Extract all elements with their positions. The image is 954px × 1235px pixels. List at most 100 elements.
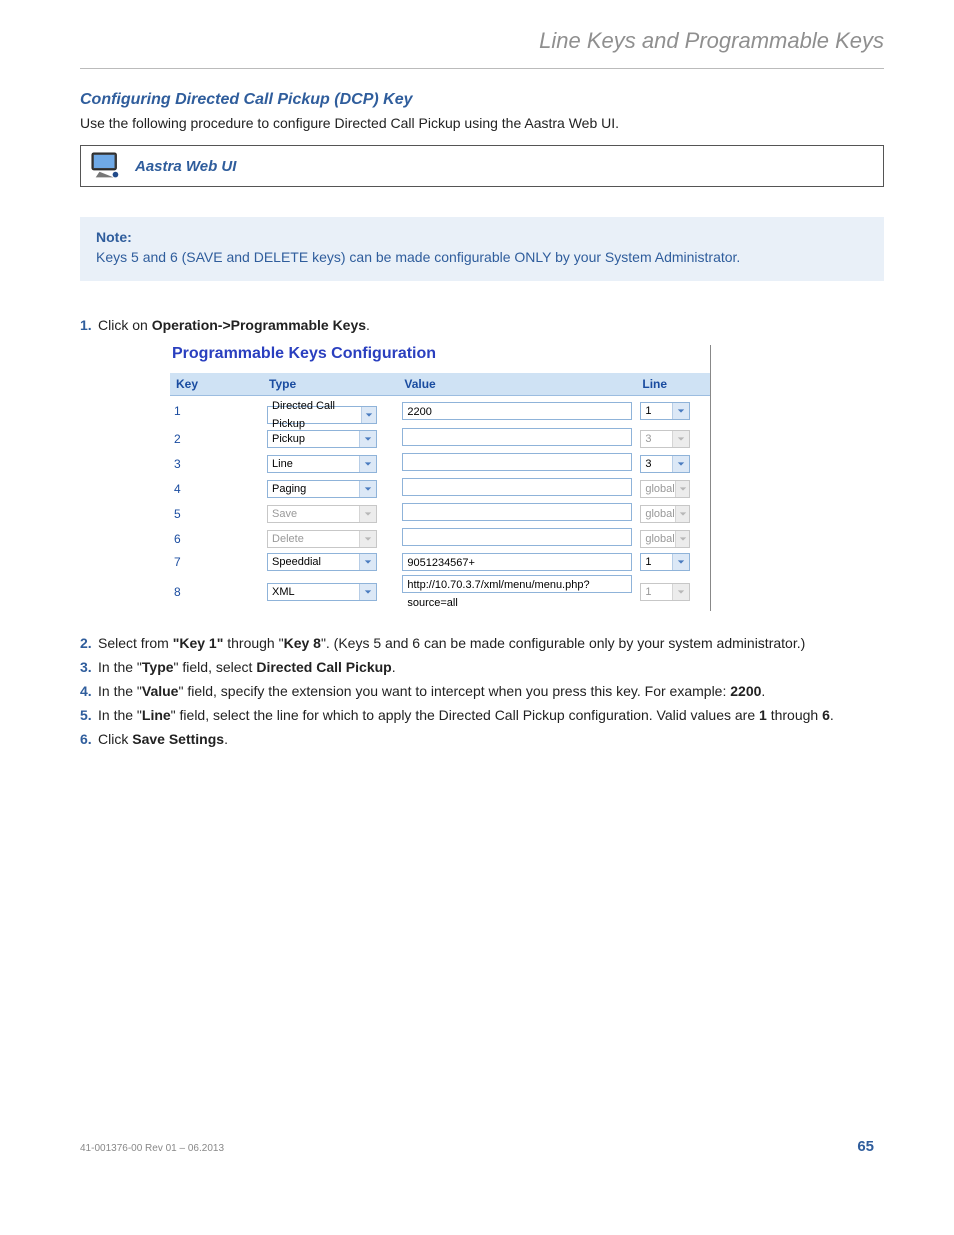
step-text: Select from xyxy=(98,635,173,651)
type-value: XML xyxy=(272,583,295,601)
steps-list: Click on Operation->Programmable Keys. P… xyxy=(80,317,884,747)
value-input[interactable] xyxy=(402,428,632,446)
step-text: ". (Keys 5 and 6 can be made configurabl… xyxy=(321,635,805,651)
col-type: Type xyxy=(263,373,398,396)
col-value: Value xyxy=(398,373,636,396)
webui-label: Aastra Web UI xyxy=(135,158,236,175)
page-number: 65 xyxy=(857,1138,874,1155)
table-row: 7 Speeddial 9051234567+ 1 xyxy=(170,551,710,573)
step-text: . xyxy=(224,731,228,747)
chevron-down-icon xyxy=(359,584,376,600)
screenshot-title: Programmable Keys Configuration xyxy=(170,345,710,373)
line-select: global xyxy=(640,530,690,548)
note-body: Keys 5 and 6 (SAVE and DELETE keys) can … xyxy=(96,249,868,265)
chevron-down-icon xyxy=(672,403,689,419)
line-value: global xyxy=(645,505,674,523)
step-text: . xyxy=(830,707,834,723)
value-input[interactable]: http://10.70.3.7/xml/menu/menu.php?sourc… xyxy=(402,575,632,593)
key-cell: 8 xyxy=(170,573,263,611)
step-1: Click on Operation->Programmable Keys. P… xyxy=(80,317,884,611)
step-text: through xyxy=(767,707,822,723)
chevron-down-icon xyxy=(359,554,376,570)
line-value: global xyxy=(645,530,674,548)
line-select: global xyxy=(640,480,690,498)
screenshot-panel: Programmable Keys Configuration Key Type… xyxy=(170,345,711,611)
type-select[interactable]: Speeddial xyxy=(267,553,377,571)
type-select[interactable]: Line xyxy=(267,455,377,473)
step-bold: Value xyxy=(142,683,179,699)
line-value: 3 xyxy=(645,430,651,448)
chevron-down-icon xyxy=(359,456,376,472)
line-select: global xyxy=(640,505,690,523)
line-value: global xyxy=(645,480,674,498)
step-text: . xyxy=(392,659,396,675)
step-bold: Type xyxy=(142,659,174,675)
step-bold: Operation->Programmable Keys xyxy=(152,317,366,333)
chevron-down-icon xyxy=(359,481,376,497)
type-value: Paging xyxy=(272,480,306,498)
col-line: Line xyxy=(636,373,710,396)
type-value: Speeddial xyxy=(272,553,321,571)
table-row: 1Directed Call Pickup22001 xyxy=(170,396,710,427)
line-value: 3 xyxy=(645,455,651,473)
step-bold: Line xyxy=(142,707,171,723)
type-select: Save xyxy=(267,505,377,523)
step-bold: 2200 xyxy=(730,683,761,699)
step-6: Click Save Settings. xyxy=(80,731,884,747)
page-footer: 41-001376-00 Rev 01 – 06.2013 65 xyxy=(80,1138,874,1155)
step-text: In the " xyxy=(98,707,142,723)
table-row: 3Line3 xyxy=(170,451,710,476)
chevron-down-icon xyxy=(359,431,376,447)
value-input[interactable] xyxy=(402,478,632,496)
value-input[interactable] xyxy=(402,528,632,546)
step-text: Click on xyxy=(98,317,152,333)
value-input[interactable] xyxy=(402,453,632,471)
step-bold: Directed Call Pickup xyxy=(256,659,391,675)
value-input[interactable]: 9051234567+ xyxy=(402,553,632,571)
step-text: . xyxy=(366,317,370,333)
line-value: 1 xyxy=(645,553,651,571)
value-input[interactable] xyxy=(402,503,632,521)
type-select[interactable]: XML xyxy=(267,583,377,601)
chevron-down-icon xyxy=(675,506,690,522)
chevron-down-icon xyxy=(675,531,690,547)
step-bold: 6 xyxy=(822,707,830,723)
type-value: Delete xyxy=(272,530,304,548)
line-value: 1 xyxy=(645,583,651,601)
step-bold: 1 xyxy=(759,707,767,723)
section-title: Configuring Directed Call Pickup (DCP) K… xyxy=(80,91,884,109)
step-text: In the " xyxy=(98,659,142,675)
key-cell: 4 xyxy=(170,476,263,501)
step-text: " field, select xyxy=(174,659,257,675)
chevron-down-icon xyxy=(672,456,689,472)
step-bold: Key 8 xyxy=(284,635,321,651)
key-cell: 5 xyxy=(170,501,263,526)
type-select[interactable]: Directed Call Pickup xyxy=(267,406,377,424)
note-label: Note: xyxy=(96,229,868,245)
type-select[interactable]: Paging xyxy=(267,480,377,498)
line-select[interactable]: 3 xyxy=(640,455,690,473)
step-text: " field, specify the extension you want … xyxy=(178,683,730,699)
key-cell: 7 xyxy=(170,551,263,573)
step-bold: "Key 1" xyxy=(173,635,224,651)
value-input[interactable]: 2200 xyxy=(402,402,632,420)
col-key: Key xyxy=(170,373,263,396)
line-select[interactable]: 1 xyxy=(640,553,690,571)
monitor-icon xyxy=(91,152,123,180)
key-cell: 6 xyxy=(170,526,263,551)
type-select[interactable]: Pickup xyxy=(267,430,377,448)
table-row: 4 Paging global xyxy=(170,476,710,501)
intro-text: Use the following procedure to configure… xyxy=(80,115,884,131)
programmable-keys-table: Key Type Value Line 1Directed Call Picku… xyxy=(170,373,710,611)
line-select[interactable]: 1 xyxy=(640,402,690,420)
key-cell: 2 xyxy=(170,426,263,451)
divider xyxy=(80,68,884,69)
doc-ref: 41-001376-00 Rev 01 – 06.2013 xyxy=(80,1143,224,1154)
note-box: Note: Keys 5 and 6 (SAVE and DELETE keys… xyxy=(80,217,884,281)
step-text: Click xyxy=(98,731,132,747)
table-row: 5Save global xyxy=(170,501,710,526)
table-row: 2Pickup 3 xyxy=(170,426,710,451)
webui-banner: Aastra Web UI xyxy=(80,145,884,187)
key-cell: 1 xyxy=(170,396,263,427)
chevron-down-icon xyxy=(361,407,376,423)
